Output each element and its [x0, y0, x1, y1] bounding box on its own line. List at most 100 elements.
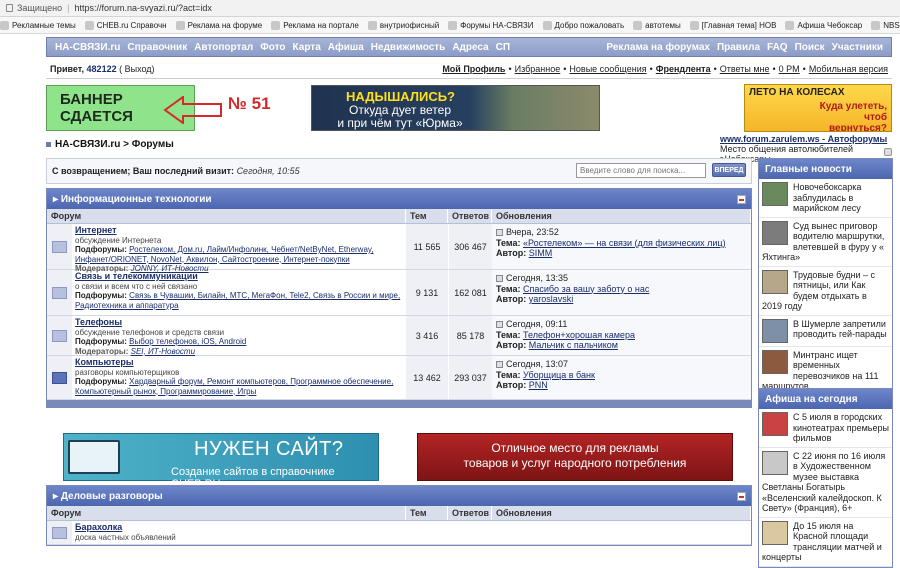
user-link[interactable]: Мой Профиль [442, 64, 505, 74]
author-link[interactable]: Мальчик с пальчиком [529, 340, 618, 350]
top-nav-link[interactable]: СП [496, 42, 510, 53]
scroll-icon[interactable] [884, 148, 892, 156]
top-nav-link[interactable]: Афиша [328, 42, 364, 53]
forum-desc: доска частных объявлений [75, 532, 176, 542]
top-nav-link[interactable]: FAQ [767, 42, 788, 53]
topic-link[interactable]: «Ростелеком» — на связи (для физических … [523, 238, 726, 248]
forum-desc: обсуждение телефонов и средств связи [75, 327, 225, 337]
address-bar[interactable]: Защищено | https://forum.na-svyazi.ru/?a… [0, 0, 900, 17]
top-nav-link[interactable]: Автопортал [194, 42, 253, 53]
column-headers: Форум Тем Ответов Обновления [47, 209, 751, 224]
author-link[interactable]: SIMM [529, 248, 553, 258]
top-nav-link[interactable]: Справочник [127, 42, 187, 53]
user-link[interactable]: Ответы мне [720, 64, 770, 74]
forum-name[interactable]: Компьютеры [75, 357, 403, 368]
news-item[interactable]: Трудовые будни – с пятницы, или Как буде… [759, 267, 892, 316]
afisha-item[interactable]: С 22 июня по 16 июля в Художественном му… [759, 448, 892, 518]
bookmark-item[interactable]: Рекламные темы [0, 20, 76, 30]
author-label: Автор: [496, 340, 527, 350]
link-separator: • [772, 64, 776, 74]
bookmark-item[interactable]: автотемы [633, 20, 681, 30]
top-nav-link[interactable]: Карта [293, 42, 321, 53]
user-link[interactable]: Мобильная версия [809, 64, 888, 74]
user-link[interactable]: 0 PM [779, 64, 800, 74]
banner-air-quality[interactable]: НАДЫШАЛИСЬ? Откуда дует ветер и при чём … [311, 85, 600, 131]
bookmark-icon [633, 20, 643, 30]
forum-desc: о связи и всем что с ней связано [75, 281, 198, 291]
afisha-title[interactable]: С 5 июля в городских кинотеатрах премьер… [793, 412, 889, 443]
category2-header[interactable]: ▸ Деловые разговоры [47, 486, 751, 506]
topic-link[interactable]: Уборщица в банк [523, 370, 595, 380]
top-nav-link[interactable]: Поиск [795, 42, 825, 53]
news-title[interactable]: В Шумерле запретили проводить гей-парады [793, 319, 887, 340]
category-title: Информационные технологии [60, 193, 212, 205]
subforums-links[interactable]: Выбор телефонов, iOS, Android [129, 337, 246, 346]
top-nav-link[interactable]: Реклама на форумах [606, 42, 710, 53]
topic-link[interactable]: Спасибо за вашу заботу о нас [523, 284, 649, 294]
afisha-item[interactable]: С 5 июля в городских кинотеатрах премьер… [759, 409, 892, 448]
forum-topics: 3 416 [406, 316, 448, 355]
top-nav-link[interactable]: Правила [717, 42, 760, 53]
search-button[interactable]: ВПЕРЕД [712, 163, 746, 177]
bookmark-icon [785, 20, 795, 30]
news-item[interactable]: В Шумерле запретили проводить гей-парады [759, 316, 892, 347]
bookmark-item[interactable]: Реклама на портале [271, 20, 359, 30]
forum-name[interactable]: Интернет [75, 225, 403, 236]
user-link[interactable]: Избранное [515, 64, 561, 74]
bookmark-item[interactable]: Реклама на форуме [175, 20, 262, 30]
bookmark-item[interactable]: Афиша Чебоксар [785, 20, 862, 30]
news-item[interactable]: Новочебоксарка заблудилась в марийском л… [759, 179, 892, 218]
forum-replies: 162 081 [448, 270, 492, 315]
forum-name[interactable]: Связь и телекоммуникации [75, 271, 403, 282]
bookmark-label: Рекламные темы [12, 20, 76, 30]
user-link[interactable]: Новые сообщения [569, 64, 646, 74]
topic-link[interactable]: Телефон+хорошая камера [523, 330, 635, 340]
banner-center-title: НАДЫШАЛИСЬ? [346, 89, 455, 104]
afisha-thumbnail [762, 520, 788, 545]
collapse-icon[interactable] [737, 194, 746, 204]
top-nav-link[interactable]: Недвижимость [371, 42, 446, 53]
breadcrumb-text[interactable]: НА-СВЯЗИ.ru > Форумы [55, 139, 174, 150]
logout-link[interactable]: ( Выход) [119, 64, 154, 74]
bookmark-item[interactable]: [Главная тема] НОВ [689, 20, 776, 30]
top-nav-link[interactable]: Адреса [452, 42, 488, 53]
author-link[interactable]: yaroslavski [529, 294, 574, 304]
subforums-label: Подфорумы: [75, 377, 127, 386]
moderators-links[interactable]: SEI, ИТ-Новости [131, 347, 195, 356]
banner-number: № 51 [228, 94, 271, 113]
zarulem-link[interactable]: www.forum.zarulem.ws - Автофорумы [720, 134, 900, 144]
banner-zarulem[interactable]: ЛЕТО НА КОЛЕСАХ Куда улететь, чтоб верну… [744, 84, 892, 132]
category-header[interactable]: ▸ Информационные технологии [47, 189, 751, 209]
top-nav-link[interactable]: НА-СВЯЗИ.ru [55, 42, 120, 53]
collapse-icon[interactable] [737, 491, 746, 501]
update-date: Сегодня, 13:35 [496, 273, 747, 284]
bookmark-icon [542, 20, 552, 30]
bookmark-item[interactable]: Добро пожаловать [542, 20, 625, 30]
top-nav-link[interactable]: Участники [832, 42, 883, 53]
forum-status-icon [47, 521, 72, 544]
update-topic: Тема: «Ростелеком» — на связи (для физич… [496, 238, 747, 249]
forum-info: Интернет обсуждение Интернета Подфорумы: Р… [72, 224, 406, 273]
top-nav-link[interactable]: Фото [260, 42, 285, 53]
author-link[interactable]: PNN [529, 380, 548, 390]
news-title[interactable]: Новочебоксарка заблудилась в марийском л… [793, 182, 861, 213]
forum-name[interactable]: Барахолка [75, 522, 403, 533]
user-link[interactable]: Френдлента [656, 64, 711, 74]
forum-name[interactable]: Телефоны [75, 317, 403, 328]
ad-need-site[interactable]: НУЖЕН САЙТ? Создание сайтов в справочник… [63, 433, 379, 490]
bookmark-item[interactable]: NBSP Counter Stats [871, 20, 900, 30]
bookmark-label: Добро пожаловать [554, 20, 625, 30]
category-business: ▸ Деловые разговоры Форум Тем Ответов Об… [46, 485, 752, 546]
user-link[interactable]: 482122 [87, 64, 117, 74]
bookmark-item[interactable]: внутриофисный [367, 20, 439, 30]
bookmark-item[interactable]: Форумы НА-СВЯЗИ [448, 20, 534, 30]
news-item[interactable]: Суд вынес приговор водителю маршрутки, в… [759, 218, 892, 267]
url-text[interactable]: https://forum.na-svyazi.ru/?act=idx [75, 3, 212, 13]
bookmarks-bar: Рекламные темы CHEB.ru Справочн Реклама на… [0, 17, 900, 34]
user-greeting: Привет, 482122 ( Выход) [50, 64, 155, 74]
afisha-thumbnail [762, 450, 788, 475]
search-input[interactable] [576, 163, 706, 178]
afisha-item[interactable]: До 15 июля на Красной площади трансляции… [759, 518, 892, 567]
ad-place[interactable]: Отличное место для рекламы товаров и усл… [417, 433, 733, 481]
bookmark-item[interactable]: CHEB.ru Справочн [84, 20, 167, 30]
